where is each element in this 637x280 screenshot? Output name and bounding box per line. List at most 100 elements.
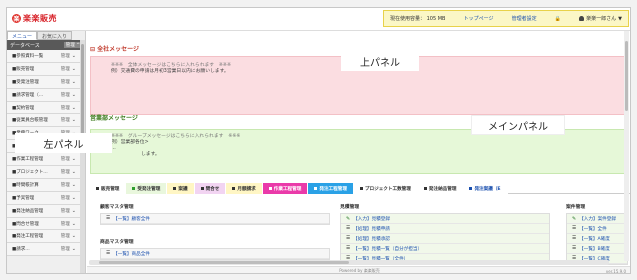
main-panel: ⊟ 全社メッセージ ※※※ 全体メッセージはこちらに入れられます ※※※ 例）交… xyxy=(86,31,630,273)
deal-card: 案件管理 ✎ 【入力】案件登録 ☰ 【一覧】全件 ☰ 【一覧】A確度 ☰ 【一覧】B確度 ☰ 【一… xyxy=(566,203,628,265)
sidebar-item-manage[interactable]: 管理⌄ xyxy=(61,79,76,85)
chevron-down-icon: ⌄ xyxy=(71,246,76,253)
list-icon: ☰ xyxy=(346,246,351,251)
db-tab[interactable]: 発注納品管理 xyxy=(417,183,464,194)
db-tab[interactable]: 問合せ xyxy=(194,183,227,194)
dept-message-title: 営業部メッセージ xyxy=(90,115,138,122)
db-tab[interactable]: 月額請求 xyxy=(226,183,263,194)
menu-link[interactable]: ✎ 【入力】案件登録 xyxy=(567,214,627,224)
menu-link[interactable]: ☰ 【一覧】A確度 xyxy=(567,234,627,244)
tab-menu[interactable]: メニュー xyxy=(7,31,38,40)
top-panel-callout: 上パネル xyxy=(341,51,419,71)
collapse-icon[interactable]: ⊟ xyxy=(90,46,95,53)
sidebar-item-manage[interactable]: 管理⌄ xyxy=(61,233,76,239)
sidebar-item[interactable]: ■問合せ管理 管理 ⌄ xyxy=(7,217,85,231)
sidebar-item[interactable]: ■受発注管理 管理 ⌄ xyxy=(7,75,85,89)
sidebar-manage-label: 管理 xyxy=(60,92,70,98)
tab-marker-icon xyxy=(232,187,236,190)
company-message-title-text: 全社メッセージ xyxy=(97,46,140,53)
sidebar-item-manage[interactable]: 管理⌄ xyxy=(61,117,76,123)
sidebar-item[interactable]: ■請求… 管理 ⌄ xyxy=(7,243,85,257)
database-manage-label: 管理 xyxy=(65,43,75,48)
sidebar-item-manage[interactable]: 管理⌄ xyxy=(61,208,76,214)
sidebar-item-manage[interactable]: 管理⌄ xyxy=(61,221,76,227)
sidebar-item[interactable]: ■従業員台帳管理 管理 ⌄ xyxy=(7,114,85,128)
sidebar-item-label: ■作業工程管理 xyxy=(12,157,44,163)
sidebar-item[interactable]: ■予実管理 管理 ⌄ xyxy=(7,191,85,205)
customer-list-link[interactable]: ☰ 【一覧】顧客全件 xyxy=(101,214,329,224)
sidebar-item[interactable]: ■請求管理（… 管理 ⌄ xyxy=(7,88,85,102)
sidebar-item-manage[interactable]: 管理⌄ xyxy=(61,92,76,98)
db-tab[interactable]: 作業工程管理 xyxy=(262,183,309,194)
sidebar-item-label: ■請求… xyxy=(12,247,30,253)
main-horizontal-scrollbar[interactable] xyxy=(89,260,609,265)
main-vertical-scrollbar[interactable] xyxy=(624,31,629,261)
sidebar-item-label: ■契約管理 xyxy=(12,105,35,111)
product-list-link[interactable]: ☰ 【一覧】商品全件 xyxy=(101,249,329,259)
sidebar-item-manage[interactable]: 管理⌄ xyxy=(61,182,76,188)
menu-link[interactable]: ☰ 【処理】見積承認 xyxy=(341,234,549,244)
user-menu[interactable]: 楽楽一郎さん ▼ xyxy=(579,15,622,22)
quote-card: 見積管理 ✎ 【入力】見積登録 ☰ 【処理】見積申請 ☰ 【処理】見積承認 ☰ 【一覧】見積一… xyxy=(340,203,550,265)
sidebar-item-manage[interactable]: 管理⌄ xyxy=(61,156,76,162)
menu-link[interactable]: ☰ 【処理】見積申請 xyxy=(341,224,549,234)
sidebar-item[interactable]: ■契約管理 管理 ⌄ xyxy=(7,101,85,115)
database-header[interactable]: データベース 管理 ^ xyxy=(7,40,85,50)
sidebar-item[interactable]: ■作業工程管理 管理 ⌄ xyxy=(7,153,85,167)
sidebar-item-manage[interactable]: 管理⌄ xyxy=(61,53,76,59)
db-tab[interactable]: 発注案議（E xyxy=(463,183,508,194)
db-tab[interactable]: 案議 xyxy=(167,183,195,194)
footer-bar: Powered by 楽楽販売 ver.15.9.0 xyxy=(87,266,630,274)
menu-link-label: 【一覧】見積一覧（自分が担当） xyxy=(353,246,423,252)
sidebar-item[interactable]: ■時間帳計算 管理 ⌄ xyxy=(7,178,85,192)
usage-indicator: 現在使用容量： 105 MB xyxy=(390,16,446,22)
sidebar-item-manage[interactable]: 管理⌄ xyxy=(61,66,76,72)
db-tab-label: 発注納品管理 xyxy=(428,186,457,192)
sidebar-item[interactable]: ■発注納品管理 管理 ⌄ xyxy=(7,204,85,218)
menu-link[interactable]: ☰ 【一覧】全件 xyxy=(567,224,627,234)
sidebar-item-manage[interactable]: 管理⌄ xyxy=(61,246,76,252)
menu-link-label: 【処理】見積申請 xyxy=(353,226,390,232)
list-icon: ☰ xyxy=(346,226,351,231)
menu-link[interactable]: ☰ 【一覧】見積一覧（自分が担当） xyxy=(341,244,549,254)
top-page-link[interactable]: トップページ xyxy=(464,15,494,22)
app-logo[interactable]: 楽 楽楽販売 xyxy=(12,13,57,24)
menu-link[interactable]: ☰ 【一覧】B確度 xyxy=(567,244,627,254)
sidebar-item[interactable]: ■発注工程管理 管理 ⌄ xyxy=(7,230,85,244)
lock-icon[interactable]: 🔒 xyxy=(555,16,561,22)
header: 楽 楽楽販売 現在使用容量： 105 MB トップページ 管理者設定 🔒 楽楽一… xyxy=(7,8,630,31)
menu-link[interactable]: ✎ 【入力】見積登録 xyxy=(341,214,549,224)
list-icon: ☰ xyxy=(572,226,577,231)
product-list-label: 【一覧】商品全件 xyxy=(113,251,150,257)
main-vertical-scrollbar-thumb[interactable] xyxy=(625,41,628,111)
sidebar-item[interactable]: ■販売管理 管理 ⌄ xyxy=(7,62,85,76)
main-horizontal-scrollbar-thumb[interactable] xyxy=(99,261,349,264)
admin-settings-link[interactable]: 管理者設定 xyxy=(512,15,537,22)
tab-marker-icon xyxy=(423,187,427,190)
tab-favorites[interactable]: お気に入り xyxy=(37,31,73,40)
sidebar-item-manage[interactable]: 管理⌄ xyxy=(61,195,76,201)
db-tab-label: プロジェクト工数管理 xyxy=(364,186,411,192)
list-icon: ☰ xyxy=(572,236,577,241)
db-tab[interactable]: 発注工程管理 xyxy=(308,183,354,194)
sidebar-item[interactable]: ■プロジェクト… 管理 ⌄ xyxy=(7,166,85,179)
footer-version: ver.15.9.0 xyxy=(605,268,626,274)
sidebar-item-label: ■販売管理 xyxy=(12,66,35,72)
chevron-down-icon: ⌄ xyxy=(71,104,76,111)
tab-marker-icon xyxy=(359,187,363,190)
menu-link-label: 【処理】見積承認 xyxy=(353,236,390,242)
db-tab[interactable]: 販売管理 xyxy=(90,183,127,194)
tab-marker-icon xyxy=(132,187,136,190)
left-scrollbar[interactable] xyxy=(80,40,85,273)
db-tab[interactable]: プロジェクト工数管理 xyxy=(353,183,418,194)
db-tab[interactable]: 受発注管理 xyxy=(126,183,168,194)
list-icon: ☰ xyxy=(106,251,111,256)
sidebar-item[interactable]: ■参照資料一覧 管理 ⌄ xyxy=(7,50,85,63)
sidebar-item-manage[interactable]: 管理⌄ xyxy=(61,105,76,111)
quote-box: ✎ 【入力】見積登録 ☰ 【処理】見積申請 ☰ 【処理】見積承認 ☰ 【一覧】見積一覧（自分が… xyxy=(340,213,550,265)
menu-link-label: 【一覧】B確度 xyxy=(579,246,610,252)
top-panel: 現在使用容量： 105 MB トップページ 管理者設定 🔒 楽楽一郎さん ▼ xyxy=(383,10,629,27)
sidebar-manage-label: 管理 xyxy=(60,234,70,240)
sidebar-item-manage[interactable]: 管理⌄ xyxy=(61,169,76,175)
customer-master-card: 顧客マスタ管理 ☰ 【一覧】顧客全件 xyxy=(100,203,330,225)
